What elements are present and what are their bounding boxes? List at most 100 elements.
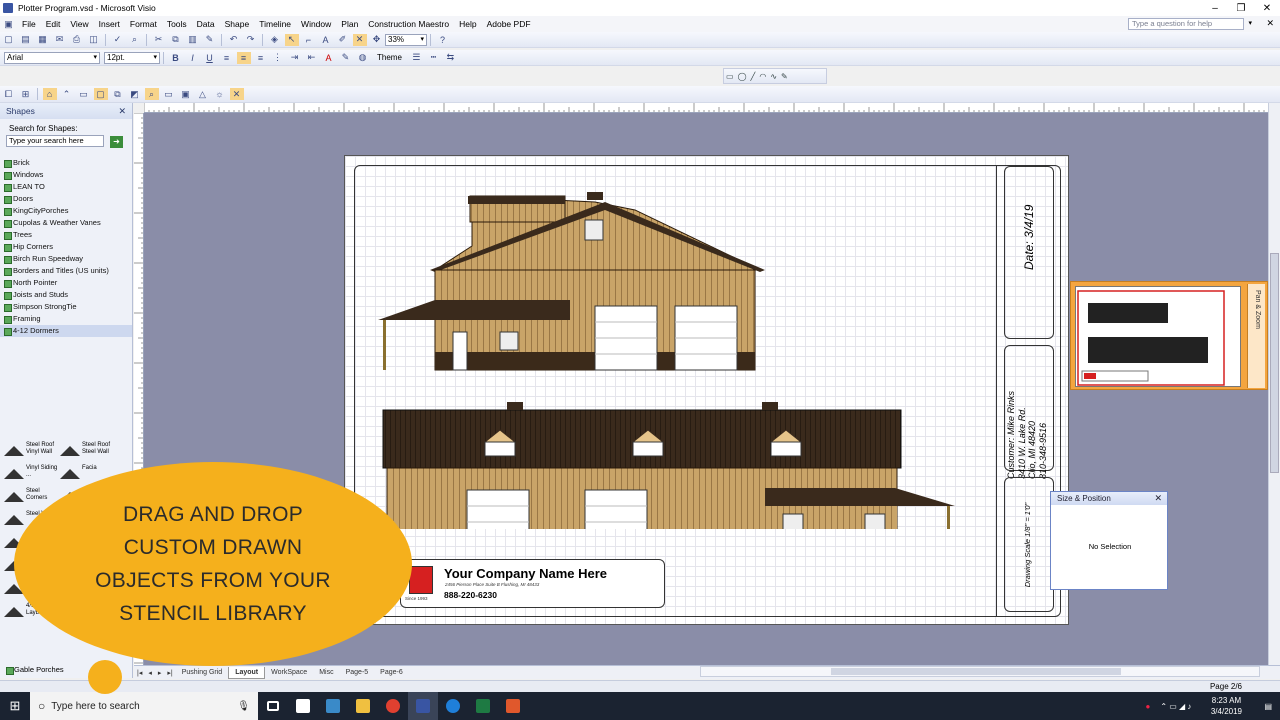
sun-tool-icon[interactable]: ☼ <box>213 88 227 100</box>
stencil-item[interactable]: Simpson StrongTie <box>0 301 132 313</box>
undo-icon[interactable]: ↶ <box>227 34 241 46</box>
close-icon[interactable]: ✕ <box>1154 492 1162 505</box>
roof-tool2-icon[interactable]: ⌃ <box>60 88 74 100</box>
app-icon[interactable] <box>318 692 348 720</box>
menu-timeline[interactable]: Timeline <box>254 19 296 29</box>
bold-icon[interactable]: B <box>169 52 183 64</box>
align-icon[interactable]: ⊞ <box>19 88 33 100</box>
document-icon[interactable]: ▣ <box>2 18 16 30</box>
edge-icon[interactable] <box>438 692 468 720</box>
stencil-item[interactable]: 4-12 Dormers <box>0 325 132 337</box>
outdent-icon[interactable]: ⇤ <box>305 52 319 64</box>
chrome-icon[interactable] <box>378 692 408 720</box>
line-pattern-icon[interactable]: ┅ <box>426 52 440 64</box>
stencil-master[interactable]: Vinyl Siding ... <box>2 462 62 486</box>
search-go-icon[interactable]: ➜ <box>110 136 123 148</box>
minimize-button[interactable]: – <box>1202 0 1228 16</box>
menu-format[interactable]: Format <box>125 19 162 29</box>
visio-app-icon[interactable] <box>3 3 13 13</box>
stencil-item[interactable]: Trees <box>0 229 132 241</box>
preview-icon[interactable]: ◫ <box>87 34 101 46</box>
menu-view[interactable]: View <box>65 19 93 29</box>
windows-start-icon[interactable]: ⊞ <box>0 698 30 714</box>
taskbar-search-input[interactable]: ○ Type here to search 🎙 <box>30 692 258 720</box>
stencil-item[interactable]: Framing <box>0 313 132 325</box>
fill-color-icon[interactable]: ◍ <box>356 52 370 64</box>
email-icon[interactable]: ✉ <box>53 34 67 46</box>
prev-page-icon[interactable]: ◂ <box>148 669 152 677</box>
size-position-window[interactable]: Size & Position ✕ No Selection <box>1050 491 1168 590</box>
task-view-icon[interactable] <box>258 692 288 720</box>
font-select[interactable]: Arial <box>4 51 100 64</box>
notifications-icon[interactable]: ▤ <box>1264 702 1272 711</box>
vertical-scrollbar[interactable] <box>1268 103 1280 665</box>
pan-zoom-window[interactable]: Pan & Zoom <box>1070 281 1268 390</box>
menu-insert[interactable]: Insert <box>94 19 125 29</box>
rect-tool-icon[interactable]: ▭ <box>162 88 176 100</box>
roof-tool-icon[interactable]: ⌂ <box>42 88 57 100</box>
spelling-icon[interactable]: ✓ <box>111 34 125 46</box>
menu-tools[interactable]: Tools <box>162 19 192 29</box>
menu-data[interactable]: Data <box>192 19 220 29</box>
wall-tool-icon[interactable]: ▭ <box>77 88 91 100</box>
drawing-page[interactable]: Date: 3/4/19 Customer: Mike Rinks 3410 W… <box>344 155 1069 625</box>
menu-plan[interactable]: Plan <box>336 19 363 29</box>
trim-tool-icon[interactable]: ◩ <box>128 88 142 100</box>
theme-button[interactable]: Theme <box>377 53 402 62</box>
stencil-master[interactable]: Steel Roof Steel Wall <box>58 439 118 463</box>
stencil-item[interactable]: Doors <box>0 193 132 205</box>
close-window-button[interactable]: ✕ <box>1254 0 1280 16</box>
last-page-icon[interactable]: ▸| <box>167 669 172 677</box>
new-icon[interactable]: ▢ <box>2 34 16 46</box>
front-elevation[interactable] <box>382 402 955 529</box>
first-page-icon[interactable]: |◂ <box>137 669 142 677</box>
menu-edit[interactable]: Edit <box>41 19 66 29</box>
help-icon[interactable]: ? <box>436 34 450 46</box>
connector-tool-icon[interactable]: ⌐ <box>302 34 316 46</box>
bullets-icon[interactable]: ⋮ <box>271 52 285 64</box>
align-center-icon[interactable]: ≡ <box>236 51 251 64</box>
arc-icon[interactable]: ◠ <box>759 72 766 81</box>
help-search-input[interactable]: Type a question for help <box>1128 18 1244 30</box>
line-color-icon[interactable]: ✐ <box>336 34 350 46</box>
menu-adobe-pdf[interactable]: Adobe PDF <box>482 19 536 29</box>
side-elevation[interactable] <box>378 192 765 371</box>
line-color-icon[interactable]: ✎ <box>339 52 353 64</box>
print-icon[interactable]: ⎙ <box>70 34 84 46</box>
stencil-item[interactable]: Hip Corners <box>0 241 132 253</box>
tab-pushing-grid[interactable]: Pushing Grid <box>176 667 228 679</box>
next-page-icon[interactable]: ▸ <box>158 669 162 677</box>
line-ends-icon[interactable]: ⇆ <box>443 52 457 64</box>
tab-page-5[interactable]: Page-5 <box>340 667 375 679</box>
save-icon[interactable]: ▦ <box>36 34 50 46</box>
tray-icons[interactable]: ⌃ ▭ ◢ ♪ <box>1160 702 1191 711</box>
restore-button[interactable]: ❐ <box>1228 0 1254 16</box>
scroll-thumb[interactable] <box>1270 253 1279 473</box>
stencil-item[interactable]: Brick <box>0 157 132 169</box>
stencil-item[interactable]: Borders and Titles (US units) <box>0 265 132 277</box>
copy-icon[interactable]: ⧉ <box>169 34 183 46</box>
zoom-tool-icon[interactable]: ⌕ <box>144 88 159 100</box>
underline-icon[interactable]: U <box>203 52 217 64</box>
paste-icon[interactable]: ▥ <box>186 34 200 46</box>
tab-workspace[interactable]: WorkSpace <box>265 667 313 679</box>
zoom-select[interactable]: 33% <box>385 33 427 46</box>
line-weight-icon[interactable]: ☰ <box>409 52 423 64</box>
ellipse-icon[interactable]: ◯ <box>738 72 747 81</box>
snagit-icon[interactable] <box>498 692 528 720</box>
align-left-icon[interactable]: ≡ <box>220 52 234 64</box>
stencil-item[interactable]: Cupolas & Weather Vanes <box>0 217 132 229</box>
stencil-item[interactable]: North Pointer <box>0 277 132 289</box>
freeform-icon[interactable]: ∿ <box>770 72 777 81</box>
delete-tool-icon[interactable]: ✕ <box>229 88 244 100</box>
close-icon[interactable]: ✕ <box>118 103 126 119</box>
open-icon[interactable]: ▤ <box>19 34 33 46</box>
tab-layout[interactable]: Layout <box>228 666 266 679</box>
excel-icon[interactable] <box>468 692 498 720</box>
menu-window[interactable]: Window <box>296 19 336 29</box>
format-painter-icon[interactable]: ✎ <box>203 34 217 46</box>
text-tool-icon[interactable]: A <box>319 34 333 46</box>
doc-close-icon[interactable]: ✕ <box>1266 18 1274 29</box>
file-explorer-icon[interactable] <box>348 692 378 720</box>
amazon-icon[interactable] <box>288 692 318 720</box>
